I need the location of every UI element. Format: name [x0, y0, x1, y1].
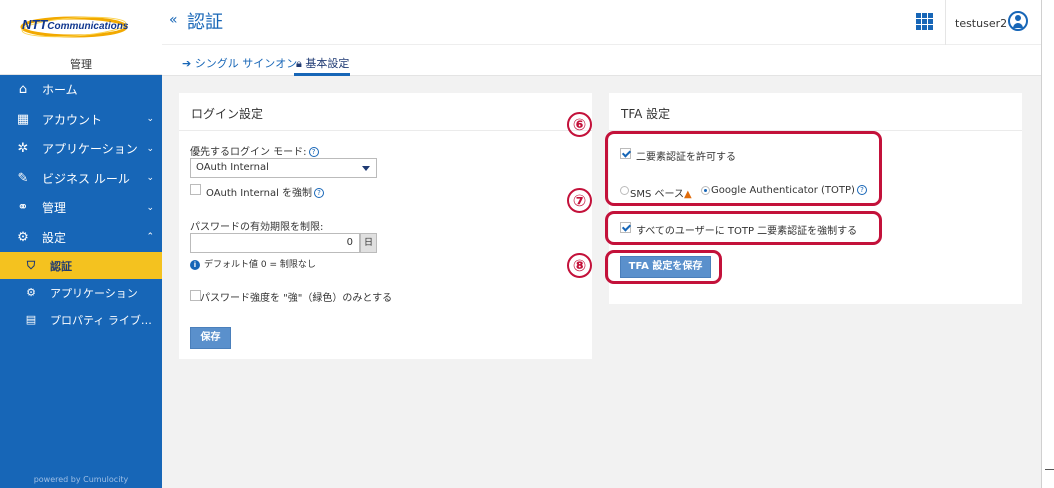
- logo-area: NTTCommunications 管理: [0, 0, 162, 75]
- lock-icon: 🔒︎: [296, 57, 306, 70]
- chevron-up-icon: ⌃: [146, 232, 154, 243]
- powered-by: powered by Cumulocity: [33, 475, 129, 484]
- help-icon[interactable]: ?: [308, 147, 319, 157]
- header: « 認証 testuser2: [162, 0, 1054, 45]
- card-title: TFA 設定: [621, 107, 671, 121]
- info-icon: i: [190, 259, 200, 270]
- user-icon[interactable]: [1008, 11, 1028, 31]
- tab-single-sign-on[interactable]: ➔ シングル サインオン: [182, 55, 297, 71]
- nav-menu: ⌂ ホーム ▦ アカウント ⌄ ✲ アプリケーション ⌄ ✎ ビジネス ルール ⌄ ⚭ 管理 ⌄ …: [0, 75, 162, 333]
- book-icon: ▤: [25, 313, 37, 326]
- password-strength-label: パスワード強度を "強"（緑色）のみとする: [200, 293, 393, 304]
- chevron-down-icon: ⌄: [146, 202, 154, 213]
- login-mode-select[interactable]: OAuth Internal: [190, 158, 377, 178]
- sidebar-item-business-rules[interactable]: ✎ ビジネス ルール ⌄: [0, 164, 162, 194]
- sidebar-subitem-authentication[interactable]: ⛉ 認証: [0, 252, 162, 279]
- gear-icon: ⚙: [26, 286, 36, 299]
- ntt-logo: NTTCommunications: [22, 17, 129, 32]
- chevron-down-icon: ⌄: [146, 173, 154, 184]
- scrollbar[interactable]: [1041, 0, 1054, 488]
- scrollbar-marker: [1045, 469, 1054, 470]
- days-unit: 日: [360, 233, 377, 253]
- password-expiry-input[interactable]: 0: [190, 233, 360, 253]
- enforce-oauth-label: OAuth Internal を強制?: [206, 184, 325, 199]
- highlight-save-tfa: [605, 250, 722, 284]
- handshake-icon: ⚭: [17, 200, 29, 216]
- applications-icon: ✲: [17, 141, 29, 157]
- default-note: i デフォルト値 0 = 制限なし: [190, 257, 316, 270]
- header-divider: [945, 0, 946, 45]
- sidebar: NTTCommunications 管理 ⌂ ホーム ▦ アカウント ⌄ ✲ アプリケー…: [0, 0, 162, 488]
- highlight-allow-tfa: [605, 131, 882, 206]
- active-tab-indicator: [294, 73, 350, 76]
- collapse-sidebar-button[interactable]: «: [169, 12, 178, 28]
- app-name-label: 管理: [70, 58, 92, 71]
- home-icon: ⌂: [18, 82, 28, 98]
- card-title: ログイン設定: [191, 107, 264, 121]
- callout-8: ⑧: [567, 253, 592, 278]
- enforce-oauth-checkbox[interactable]: [190, 184, 201, 195]
- caret-down-icon: [362, 166, 370, 171]
- save-button[interactable]: 保存: [190, 327, 231, 349]
- chevron-down-icon: ⌄: [146, 143, 154, 154]
- chevron-down-icon: ⌄: [146, 114, 154, 125]
- tab-basic-settings[interactable]: 🔒︎ 基本設定: [296, 55, 349, 71]
- sidebar-item-settings[interactable]: ⚙ 設定 ⌃: [0, 223, 162, 253]
- sidebar-item-accounts[interactable]: ▦ アカウント ⌄: [0, 105, 162, 135]
- sign-in-icon: ➔: [182, 57, 195, 70]
- tab-bar: ➔ シングル サインオン 🔒︎ 基本設定: [162, 45, 1054, 76]
- sidebar-item-management[interactable]: ⚭ 管理 ⌄: [0, 193, 162, 223]
- gear-icon: ⚙: [17, 229, 29, 245]
- password-expiry-label: パスワードの有効期限を制限:: [190, 222, 324, 233]
- business-rule-icon: ✎: [17, 170, 29, 186]
- callout-6: ⑥: [567, 112, 592, 137]
- sidebar-subitem-applications[interactable]: ⚙ アプリケーション: [0, 279, 162, 306]
- account-icon: ▦: [16, 111, 30, 127]
- login-mode-label: 優先するログイン モード:?: [190, 143, 319, 158]
- sidebar-item-home[interactable]: ⌂ ホーム: [0, 75, 162, 105]
- divider: [179, 130, 592, 131]
- login-settings-card: ログイン設定 優先するログイン モード:? OAuth Internal OAu…: [179, 93, 592, 359]
- shield-icon: ⛉: [26, 258, 36, 272]
- sidebar-subitem-property-library[interactable]: ▤ プロパティ ライブ…: [0, 306, 162, 333]
- sidebar-item-applications[interactable]: ✲ アプリケーション ⌄: [0, 134, 162, 164]
- username[interactable]: testuser2: [955, 17, 1007, 30]
- callout-7: ⑦: [567, 188, 592, 213]
- help-icon[interactable]: ?: [314, 188, 325, 198]
- app-switcher-icon[interactable]: [916, 13, 933, 30]
- page-title: 認証: [187, 12, 223, 33]
- highlight-force-totp: [605, 211, 882, 245]
